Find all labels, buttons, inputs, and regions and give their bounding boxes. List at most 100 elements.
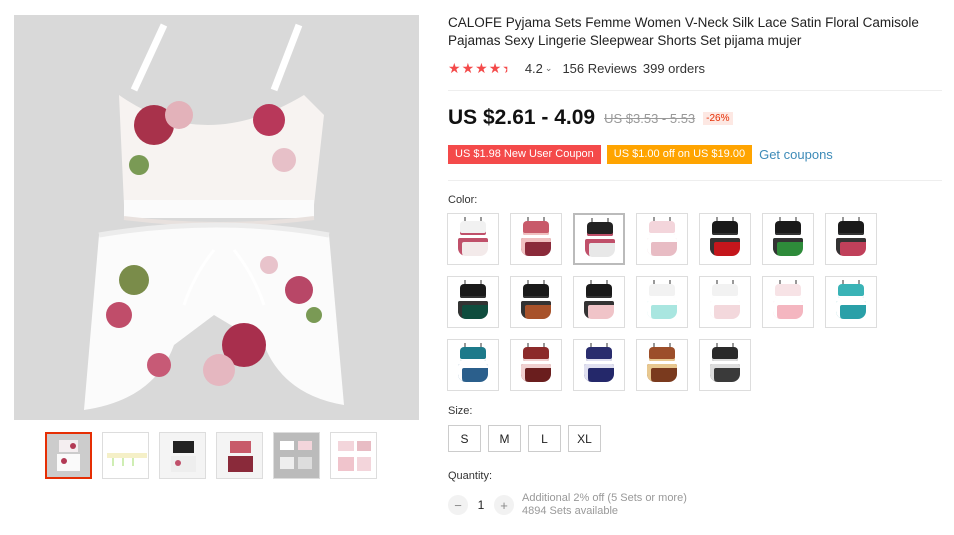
swatch-top	[523, 221, 549, 235]
star-icon: ★	[448, 60, 461, 76]
new-user-coupon[interactable]: US $1.98 New User Coupon	[448, 145, 601, 164]
size-option-s[interactable]: S	[448, 425, 481, 452]
size-options: S M L XL	[448, 425, 601, 452]
star-icon: ★	[461, 60, 475, 76]
swatch-top	[523, 284, 549, 298]
swatch-top	[712, 347, 738, 361]
color-swatch-18[interactable]	[636, 339, 688, 391]
color-swatch-15[interactable]	[447, 339, 499, 391]
color-swatch-10[interactable]	[573, 276, 625, 328]
color-swatch-14[interactable]	[825, 276, 877, 328]
swatch-shorts	[521, 364, 551, 382]
product-title: CALOFE Pyjama Sets Femme Women V-Neck Si…	[448, 15, 919, 48]
divider	[448, 90, 942, 91]
swatch-top	[586, 284, 612, 298]
thumbnail-image	[160, 433, 205, 478]
color-swatch-19[interactable]	[699, 339, 751, 391]
thumbnail-5[interactable]	[273, 432, 320, 479]
color-swatch-4[interactable]	[636, 213, 688, 265]
swatch-shorts	[584, 301, 614, 319]
swatch-top	[523, 347, 549, 361]
swatch-top	[712, 284, 738, 298]
thumbnail-strip	[45, 432, 377, 479]
thumbnail-2[interactable]	[102, 432, 149, 479]
swatch-shorts	[521, 301, 551, 319]
swatch-top	[587, 222, 613, 236]
swatch-shorts	[647, 301, 677, 319]
color-swatch-16[interactable]	[510, 339, 562, 391]
orders-count: 399 orders	[642, 60, 706, 76]
swatch-shorts	[773, 301, 803, 319]
quantity-label: Quantity:	[448, 470, 493, 482]
size-option-m[interactable]: M	[488, 425, 521, 452]
store-coupon[interactable]: US $1.00 off on US $19.00	[606, 145, 753, 164]
swatch-shorts	[458, 301, 488, 319]
swatch-shorts	[584, 364, 614, 382]
thumbnail-image	[217, 433, 262, 478]
star-icon: ★	[475, 60, 488, 76]
size-label: Size:	[448, 405, 473, 417]
decrement-button[interactable]: −	[448, 495, 468, 515]
color-swatch-17[interactable]	[573, 339, 625, 391]
color-swatch-grid	[447, 213, 897, 391]
color-swatch-5[interactable]	[699, 213, 751, 265]
swatch-shorts	[836, 301, 866, 319]
chevron-down-icon[interactable]: ⌄	[545, 63, 553, 74]
current-price: US $2.61 - 4.09	[448, 106, 596, 129]
half-star-icon: ★	[502, 60, 515, 76]
thumbnail-6[interactable]	[330, 432, 377, 479]
color-swatch-7[interactable]	[825, 213, 877, 265]
get-coupons-link[interactable]: Get coupons	[759, 147, 833, 162]
color-swatch-3[interactable]	[573, 213, 625, 265]
quantity-value[interactable]: 1	[468, 498, 494, 512]
color-swatch-8[interactable]	[447, 276, 499, 328]
star-rating: ★ ★ ★ ★ ★	[448, 61, 515, 75]
divider	[448, 180, 942, 181]
swatch-shorts	[710, 301, 740, 319]
swatch-shorts	[647, 364, 677, 382]
thumbnail-image	[103, 433, 148, 478]
color-swatch-13[interactable]	[762, 276, 814, 328]
size-option-xl[interactable]: XL	[568, 425, 601, 452]
increment-button[interactable]: +	[494, 495, 514, 515]
thumbnail-1[interactable]	[45, 432, 92, 479]
reviews-link[interactable]: 156 Reviews	[562, 61, 636, 76]
color-swatch-11[interactable]	[636, 276, 688, 328]
product-info: CALOFE Pyjama Sets Femme Women V-Neck Si…	[448, 14, 948, 77]
swatch-shorts	[836, 238, 866, 256]
swatch-top	[775, 284, 801, 298]
swatch-top	[460, 347, 486, 361]
swatch-top	[649, 347, 675, 361]
swatch-top	[586, 347, 612, 361]
color-swatch-2[interactable]	[510, 213, 562, 265]
color-swatch-6[interactable]	[762, 213, 814, 265]
swatch-top	[838, 284, 864, 298]
pajama-set-illustration	[14, 15, 419, 420]
color-swatch-1[interactable]	[447, 213, 499, 265]
thumbnail-3[interactable]	[159, 432, 206, 479]
star-icon: ★	[488, 60, 502, 76]
color-label: Color:	[448, 194, 478, 206]
color-swatch-9[interactable]	[510, 276, 562, 328]
thumbnail-4[interactable]	[216, 432, 263, 479]
swatch-top	[649, 284, 675, 298]
price-row: US $2.61 - 4.09 US $3.53 - 5.53 -26%	[448, 106, 733, 130]
thumbnail-image	[274, 433, 319, 478]
swatch-shorts	[458, 364, 488, 382]
rating-value[interactable]: 4.2	[525, 61, 543, 76]
size-option-l[interactable]: L	[528, 425, 561, 452]
stock-available: 4894 Sets available	[522, 505, 619, 517]
swatch-shorts	[710, 238, 740, 256]
thumbnail-image	[47, 434, 90, 477]
swatch-shorts	[710, 364, 740, 382]
bulk-discount-note: Additional 2% off (5 Sets or more)	[522, 492, 687, 504]
main-product-image[interactable]	[14, 15, 419, 420]
quantity-info: Additional 2% off (5 Sets or more) 4894 …	[522, 492, 687, 518]
swatch-top	[649, 221, 675, 235]
swatch-top	[460, 221, 486, 235]
quantity-stepper: − 1 + Additional 2% off (5 Sets or more)…	[448, 492, 687, 518]
swatch-shorts	[773, 238, 803, 256]
color-swatch-12[interactable]	[699, 276, 751, 328]
swatch-top	[838, 221, 864, 235]
swatch-shorts	[647, 238, 677, 256]
